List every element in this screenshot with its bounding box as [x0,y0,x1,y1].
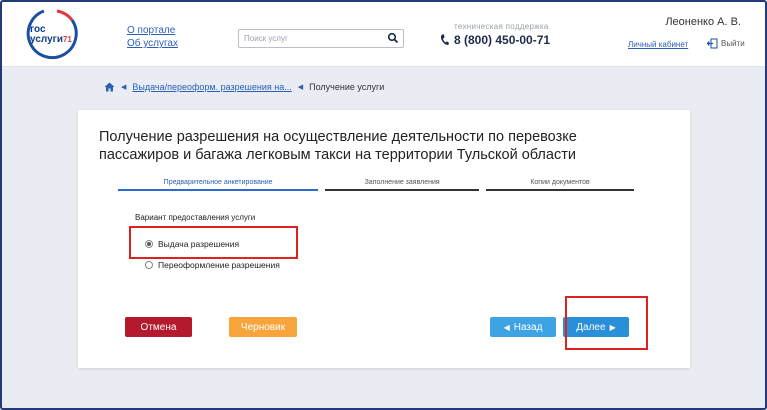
logout-button[interactable]: Выйти [707,38,745,49]
breadcrumb-separator: ◀ [297,84,304,91]
cancel-button[interactable]: Отмена [125,317,192,337]
variant-label: Вариант предоставления услуги [135,213,256,222]
draft-button[interactable]: Черновик [229,317,297,337]
tab-survey[interactable]: Предварительное анкетирование [118,179,319,191]
option-reissue-permit[interactable]: Переоформление разрешения [145,260,280,270]
back-label: Назад [513,321,543,333]
form-steps: Предварительное анкетирование Заполнение… [118,179,634,191]
logout-icon [707,38,718,49]
user-name: Леоненко А. В. [665,16,741,28]
breadcrumb-current: Получение услуги [309,82,385,92]
arrow-left-icon: ◀ [503,322,510,332]
support-phone[interactable]: 8 (800) 450-00-71 [454,33,550,47]
breadcrumb-separator: ◀ [121,84,127,91]
highlight-box [129,226,298,259]
logo-region: 71 [62,35,72,44]
about-services-link[interactable]: Об услугах [127,37,178,50]
tab-application[interactable]: Заполнение заявления [325,179,480,191]
site-header: гос услуги71 О портале Об услугах технич… [2,2,765,67]
about-portal-link[interactable]: О портале [127,24,178,37]
breadcrumb: ◀ Выдача/переоформ. разрешения на... ◀ П… [104,82,384,92]
tab-documents[interactable]: Копии документов [486,179,634,191]
home-icon[interactable] [104,82,115,92]
phone-icon [440,34,449,46]
breadcrumb-link-service[interactable]: Выдача/переоформ. разрешения на... [132,82,291,92]
search-input[interactable] [244,32,384,44]
back-button[interactable]: ◀ Назад [490,317,556,337]
option-reissue-permit-label: Переоформление разрешения [158,260,280,270]
page-title: Получение разрешения на осуществление де… [99,128,659,164]
service-form-card: Получение разрешения на осуществление де… [78,110,690,368]
gosuslugi-logo[interactable]: гос услуги71 [24,8,82,62]
cabinet-link[interactable]: Личный кабинет [628,40,688,49]
search-icon[interactable] [387,32,399,44]
support-label: техническая поддержка [454,22,549,31]
search-box [238,29,404,48]
support-block: техническая поддержка 8 (800) 450-00-71 [440,22,550,47]
highlight-box [565,296,648,350]
title-line-2: пассажиров и багажа легковым такси на те… [99,147,576,163]
header-nav: О портале Об услугах [127,24,178,50]
radio-reissue-permit[interactable] [145,261,153,269]
title-line-1: Получение разрешения на осуществление де… [99,129,577,145]
logo-line-2: услуги [30,34,63,45]
logout-label: Выйти [721,39,745,48]
